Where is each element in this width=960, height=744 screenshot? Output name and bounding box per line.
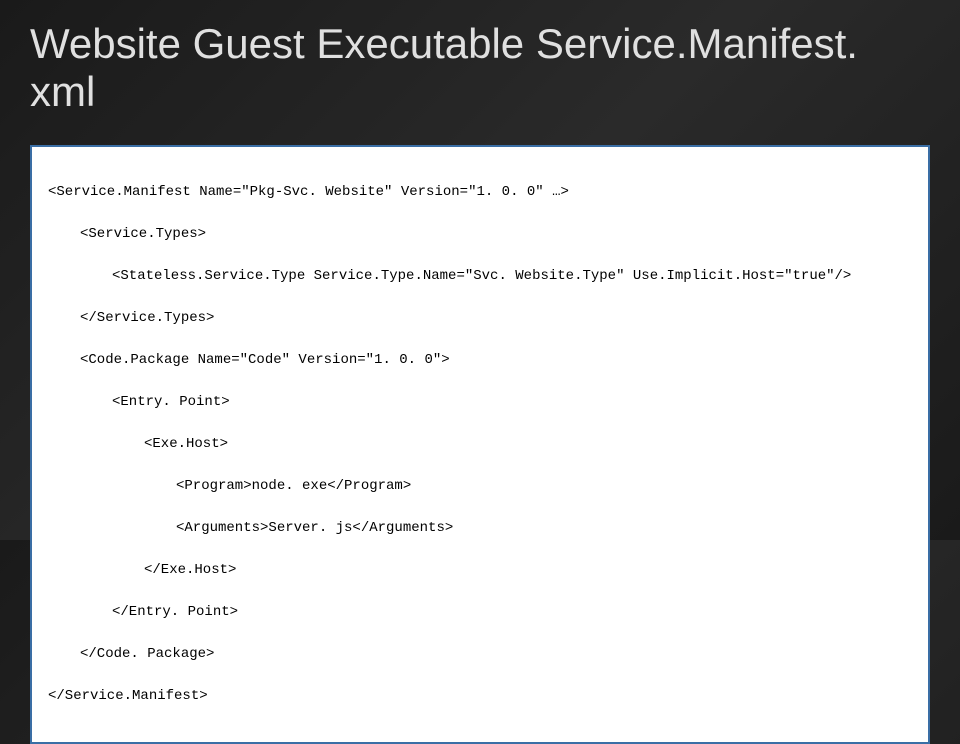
code-line: <Arguments>Server. js</Arguments> [48, 518, 912, 539]
code-line: <Service.Manifest Name="Pkg-Svc. Website… [48, 182, 912, 203]
code-line: <Exe.Host> [48, 434, 912, 455]
code-line: </Exe.Host> [48, 560, 912, 581]
code-line: <Service.Types> [48, 224, 912, 245]
code-block: <Service.Manifest Name="Pkg-Svc. Website… [30, 145, 930, 744]
code-line: </Service.Manifest> [48, 686, 912, 707]
code-line: <Code.Package Name="Code" Version="1. 0.… [48, 350, 912, 371]
code-line: <Entry. Point> [48, 392, 912, 413]
code-line: <Stateless.Service.Type Service.Type.Nam… [48, 266, 912, 287]
slide-title: Website Guest Executable Service.Manifes… [30, 20, 930, 117]
code-line: </Entry. Point> [48, 602, 912, 623]
code-line: </Code. Package> [48, 644, 912, 665]
code-line: </Service.Types> [48, 308, 912, 329]
code-line: <Program>node. exe</Program> [48, 476, 912, 497]
